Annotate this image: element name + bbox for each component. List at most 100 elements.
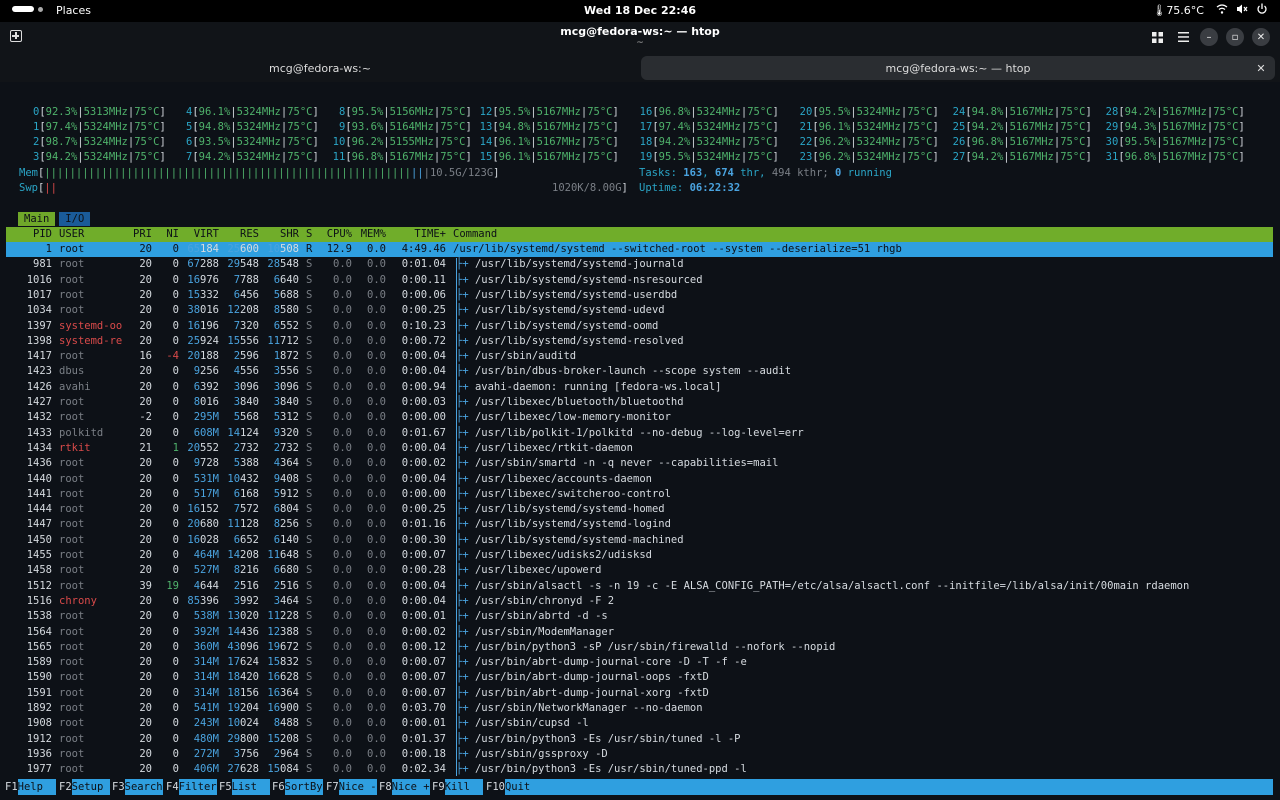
table-row[interactable]: 1423 dbus 20 0 9256 4556 3556 S 0.0 0.0 0:00.04 ├+ … <box>6 364 1273 379</box>
table-row[interactable]: 1434 rtkit 21 1 20552 2732 2732 S 0.0 0.0 0:00.04 ├… <box>6 441 1273 456</box>
table-row[interactable]: 1441 root 20 0 517M 6168 5912 S 0.0 0.0 0:00.00 ├+ … <box>6 487 1273 502</box>
column-header-user[interactable]: USER <box>59 227 84 242</box>
cpu-temp: 75°C <box>907 151 933 163</box>
temperature-value: 75.6°C <box>1166 4 1204 17</box>
process-s: S <box>306 365 313 378</box>
cpu-temp: 75°C <box>747 106 773 118</box>
fkey-f3[interactable]: F3Search <box>112 779 163 795</box>
screen-tab-io[interactable]: I/O <box>59 212 91 226</box>
fkey-f4[interactable]: F4Filter <box>166 779 217 795</box>
process-virt: 541M <box>194 701 219 716</box>
column-header-s[interactable]: S <box>306 227 312 242</box>
column-header-res[interactable]: RES <box>240 227 259 242</box>
table-row[interactable]: 1017 root 20 0 15332 6456 5688 S 0.0 0.0 0:00.06 ├+… <box>6 288 1273 303</box>
process-virt: 406M <box>194 762 219 777</box>
fkey-f1[interactable]: F1Help <box>5 779 56 795</box>
table-row[interactable]: 981 root 20 0 67288 29548 28548 S 0.0 0.0 0:01.04 ├… <box>6 257 1273 272</box>
process-virt-high: 16 <box>187 533 201 546</box>
fkey-f7[interactable]: F7Nice - <box>326 779 377 795</box>
column-header-ni[interactable]: NI <box>166 227 179 242</box>
clock[interactable]: Wed 18 Dec 22:46 <box>0 4 1280 17</box>
column-header-time[interactable]: TIME+ <box>414 227 446 242</box>
table-row[interactable]: 1016 root 20 0 16976 7788 6640 S 0.0 0.0 0:00.11 ├+… <box>6 273 1273 288</box>
temperature-indicator[interactable]: 🌡75.6°C <box>1152 4 1204 17</box>
table-row[interactable]: 1458 root 20 0 527M 8216 6680 S 0.0 0.0 0:00.28 ├+ … <box>6 563 1273 578</box>
column-header-shr[interactable]: SHR <box>280 227 299 242</box>
cpu-percent: 96.8% <box>1124 151 1157 163</box>
table-row[interactable]: 1417 root 16 -4 20188 2596 1872 S 0.0 0.0 0:00.04 ├… <box>6 349 1273 364</box>
cpu-temp: 75°C <box>907 106 933 118</box>
fkey-f8[interactable]: F8Nice + <box>379 779 430 795</box>
fkey-f5[interactable]: F5List <box>219 779 270 795</box>
table-row[interactable]: 1590 root 20 0 314M 18420 16628 S 0.0 0.0 0:00.07 ├… <box>6 670 1273 685</box>
process-res: 2596 <box>234 349 259 364</box>
process-shr-low: 096 <box>280 380 299 393</box>
terminal-view[interactable]: 0[92.3%|5313MHz|75°C] 1[97.4%|5324MHz|75°… <box>0 82 1280 800</box>
process-virt: 517M <box>194 487 219 502</box>
cpu-meter-2: 2[98.7%|5324MHz|75°C] <box>33 135 166 150</box>
table-row[interactable]: 1427 root 20 0 8016 3840 3840 S 0.0 0.0 0:00.03 ├+ … <box>6 395 1273 410</box>
table-row[interactable]: 1397 systemd-oo 20 0 16196 7320 6552 S 0.0 0.0 0:1… <box>6 319 1273 334</box>
process-pid: 1 <box>45 243 52 255</box>
tab-overview-button[interactable] <box>1148 28 1166 46</box>
table-row[interactable]: 1426 avahi 20 0 6392 3096 3096 S 0.0 0.0 0:00.94 ├+… <box>6 380 1273 395</box>
table-row[interactable]: 1436 root 20 0 9728 5388 4364 S 0.0 0.0 0:00.02 ├+ … <box>6 456 1273 471</box>
system-tray[interactable] <box>1216 3 1268 15</box>
process-user: root <box>59 579 85 592</box>
column-header-cpu[interactable]: CPU% <box>327 227 352 242</box>
table-row[interactable]: 1977 root 20 0 406M 27628 15084 S 0.0 0.0 0:02.34 ├… <box>6 762 1273 777</box>
table-row[interactable]: 1892 root 20 0 541M 19204 16900 S 0.0 0.0 0:03.70 ├… <box>6 701 1273 716</box>
table-row[interactable]: 1565 root 20 0 360M 43096 19672 S 0.0 0.0 0:00.12 ├… <box>6 640 1273 655</box>
process-res: 14124 <box>227 426 259 441</box>
process-cpu: 0.0 <box>333 365 352 378</box>
fkey-f9[interactable]: F9Kill <box>432 779 483 795</box>
process-cpu: 0.0 <box>333 702 352 714</box>
tab-shell[interactable]: mcg@fedora-ws:~ <box>0 56 640 80</box>
table-row[interactable]: 1936 root 20 0 272M 3756 2964 S 0.0 0.0 0:00.18 ├+ … <box>6 747 1273 762</box>
fkey-f6[interactable]: F6SortBy <box>272 779 323 795</box>
gnome-top-bar: Places Wed 18 Dec 22:46 🌡75.6°C <box>0 0 1280 22</box>
cpu-freq: 5324MHz <box>696 106 741 118</box>
cpu-percent: 94.2% <box>1124 106 1157 118</box>
maximize-button[interactable]: ▫ <box>1226 28 1244 46</box>
table-row[interactable]: 1564 root 20 0 392M 14436 12388 S 0.0 0.0 0:00.02 ├… <box>6 625 1273 640</box>
table-row[interactable]: 1433 polkitd 20 0 608M 14124 9320 S 0.0 0.0 0:01.6… <box>6 426 1273 441</box>
fkey-f2[interactable]: F2Setup <box>59 779 110 795</box>
table-row-selected[interactable]: 1 root 20 0 65184 25600 10508 R 12.9 0.0 4:49.46/u… <box>6 242 1273 257</box>
process-ni: 0 <box>172 702 179 714</box>
cpu-percent: 97.4% <box>45 121 78 133</box>
column-header-virt[interactable]: VIRT <box>194 227 219 242</box>
table-row[interactable]: 1444 root 20 0 16152 7572 6804 S 0.0 0.0 0:00.25 ├+… <box>6 502 1273 517</box>
table-row[interactable]: 1034 root 20 0 38016 12208 8580 S 0.0 0.0 0:00.25 ├… <box>6 303 1273 318</box>
process-res-high: 18 <box>227 686 241 699</box>
screen-tab-main[interactable]: Main <box>18 212 56 226</box>
table-row[interactable]: 1450 root 20 0 16028 6652 6140 S 0.0 0.0 0:00.30 ├+… <box>6 533 1273 548</box>
close-window-button[interactable]: ✕ <box>1252 28 1270 46</box>
column-header-pid[interactable]: PID <box>33 227 52 242</box>
process-virt-value: 541M <box>193 702 219 714</box>
process-user: systemd-re <box>59 334 123 347</box>
process-res-low: 732 <box>240 441 259 454</box>
tab-close-button[interactable]: ✕ <box>1253 60 1269 76</box>
table-row[interactable]: 1908 root 20 0 243M 10024 8488 S 0.0 0.0 0:00.01 ├+… <box>6 716 1273 731</box>
process-ni: 0 <box>172 518 179 531</box>
table-row[interactable]: 1455 root 20 0 464M 14208 11648 S 0.0 0.0 0:00.07 ├… <box>6 548 1273 563</box>
table-row[interactable]: 1516 chrony 20 0 85396 3992 3464 S 0.0 0.0 0:00.04… <box>6 594 1273 609</box>
table-row[interactable]: 1912 root 20 0 480M 29800 15208 S 0.0 0.0 0:01.37 ├… <box>6 732 1273 747</box>
tab-htop[interactable]: mcg@fedora-ws:~ — htop ✕ <box>641 56 1275 80</box>
table-row[interactable]: 1398 systemd-re 20 0 25924 15556 11712 S 0.0 0.0 0… <box>6 334 1273 349</box>
column-header-pri[interactable]: PRI <box>133 227 152 242</box>
table-row[interactable]: 1512 root 39 19 4644 2516 2516 S 0.0 0.0 0:00.04 ├+… <box>6 579 1273 594</box>
column-header-mem[interactable]: MEM% <box>361 227 386 242</box>
table-row[interactable]: 1432 root -2 0 295M 5568 5312 S 0.0 0.0 0:00.00 ├+ … <box>6 410 1273 425</box>
minimize-button[interactable]: – <box>1200 28 1218 46</box>
table-row[interactable]: 1447 root 20 0 20680 11128 8256 S 0.0 0.0 0:01.16 ├… <box>6 517 1273 532</box>
process-shr: 2964 <box>274 747 299 762</box>
table-row[interactable]: 1440 root 20 0 531M 10432 9408 S 0.0 0.0 0:00.04 ├+… <box>6 472 1273 487</box>
table-row[interactable]: 1589 root 20 0 314M 17624 15832 S 0.0 0.0 0:00.07 ├… <box>6 655 1273 670</box>
table-row[interactable]: 1591 root 20 0 314M 18156 16364 S 0.0 0.0 0:00.07 ├… <box>6 686 1273 701</box>
main-menu-button[interactable] <box>1174 28 1192 46</box>
column-header-command[interactable]: Command <box>453 227 497 242</box>
process-res-high: 10 <box>227 717 241 730</box>
table-row[interactable]: 1538 root 20 0 538M 13020 11228 S 0.0 0.0 0:00.01 ├… <box>6 609 1273 624</box>
